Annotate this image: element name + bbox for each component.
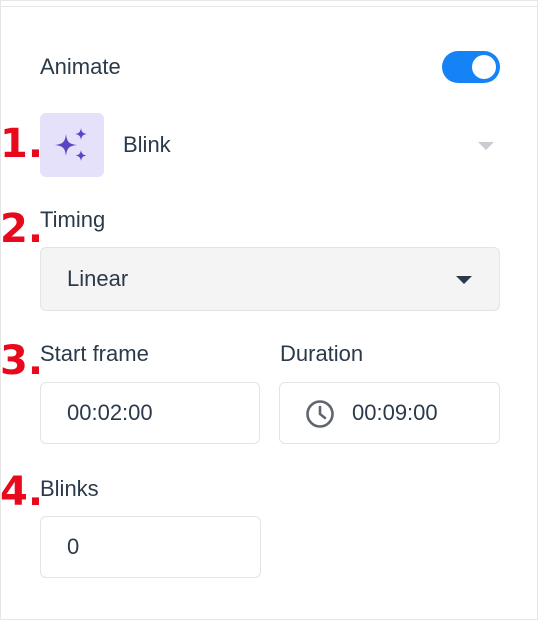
toggle-knob [472, 55, 496, 79]
duration-label: Duration [280, 341, 364, 366]
annotation-3: 3. [0, 338, 44, 384]
sparkles-icon [55, 128, 87, 161]
timing-label: Timing [40, 207, 106, 232]
annotation-2: 2. [0, 206, 44, 252]
divider [0, 6, 538, 7]
annotation-1: 1. [0, 121, 44, 167]
animate-toggle[interactable] [442, 51, 500, 83]
blinks-label: Blinks [40, 476, 99, 501]
effect-selector[interactable]: Blink [40, 113, 502, 177]
effect-name: Blink [123, 132, 171, 157]
start-frame-label: Start frame [40, 341, 149, 366]
animate-label: Animate [40, 54, 121, 79]
duration-input[interactable] [352, 383, 492, 443]
effect-tile [40, 113, 104, 177]
annotation-4: 4. [0, 469, 44, 515]
blinks-input[interactable] [67, 517, 247, 577]
caret-down-icon [456, 276, 472, 284]
clock-icon [306, 400, 334, 428]
start-frame-input[interactable] [67, 383, 247, 443]
chevron-down-icon [478, 142, 494, 150]
start-frame-field [40, 382, 260, 444]
timing-select[interactable]: Linear [40, 247, 500, 311]
timing-value: Linear [67, 266, 129, 291]
blinks-field [40, 516, 261, 578]
duration-field [279, 382, 500, 444]
